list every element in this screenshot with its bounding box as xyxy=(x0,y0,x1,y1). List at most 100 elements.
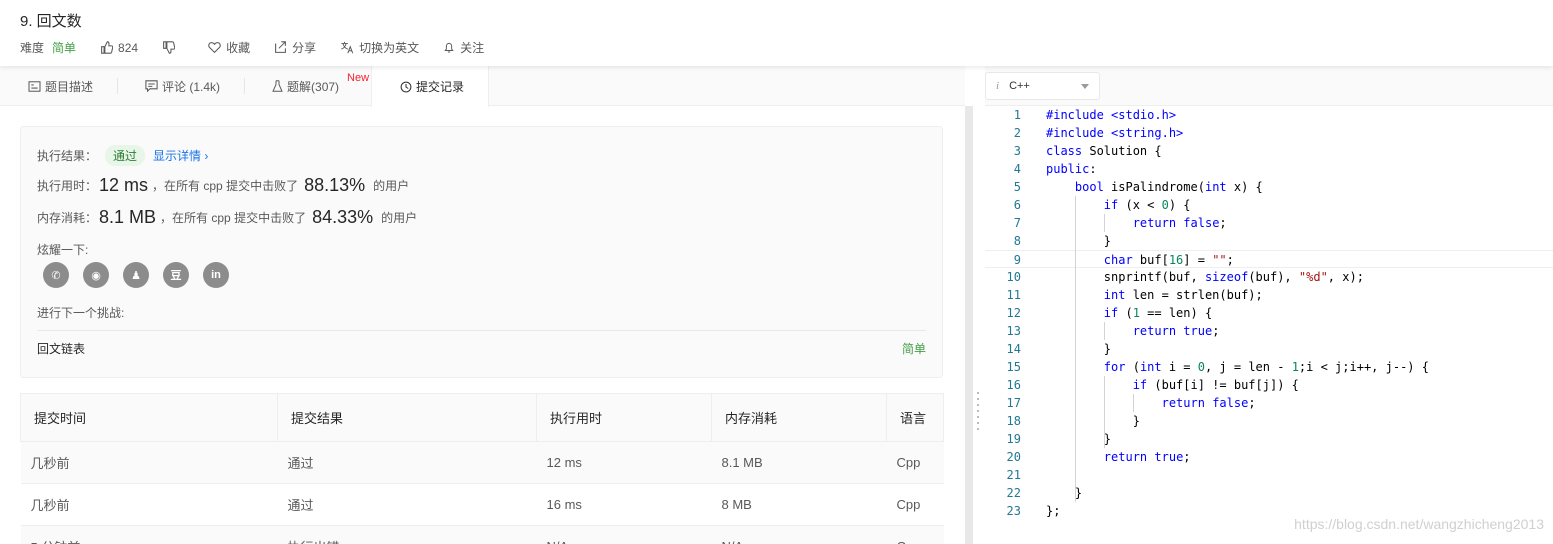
thumbs-down-icon xyxy=(163,41,176,54)
difficulty-value: 简单 xyxy=(52,41,77,55)
panel-splitter[interactable] xyxy=(973,66,985,544)
left-panel-scrollbar[interactable] xyxy=(965,106,973,544)
runtime-percentile: 88.13% xyxy=(304,175,366,195)
switch-language-label: 切换为英文 xyxy=(359,41,420,55)
code-text: } xyxy=(1046,234,1112,248)
line-number: 6 xyxy=(1013,198,1021,212)
tab-comments[interactable]: 评论 (1.4k) xyxy=(117,66,244,106)
code-line[interactable]: 12 if (1 == len) { xyxy=(985,304,1553,322)
column-header-runtime: 执行用时 xyxy=(536,393,712,442)
cell-result[interactable]: 执行出错 xyxy=(277,525,537,544)
code-text: } xyxy=(1046,342,1112,356)
code-line[interactable]: 19 } xyxy=(985,430,1553,448)
line-number: 4 xyxy=(1013,162,1021,176)
table-row[interactable]: 5 分钟前 执行出错 N/A N/A Cpp xyxy=(20,525,944,544)
code-line[interactable]: 15 for (int i = 0, j = len - 1;i < j;i++… xyxy=(985,358,1553,376)
cell-result[interactable]: 通过 xyxy=(277,441,537,484)
code-line[interactable]: 3 class Solution { xyxy=(985,142,1553,160)
favorite-button[interactable]: 收藏 xyxy=(208,39,250,56)
chevron-down-icon xyxy=(1081,84,1089,89)
code-line[interactable]: 11 int len = strlen(buf); xyxy=(985,286,1553,304)
linkedin-icon[interactable]: in xyxy=(203,262,229,288)
language-select[interactable]: i C++ xyxy=(985,72,1100,100)
splitter-handle[interactable] xyxy=(977,392,980,434)
code-line[interactable]: 5 bool isPalindrome(int x) { xyxy=(985,178,1553,196)
info-icon: i xyxy=(996,80,1000,92)
cell-result[interactable]: 通过 xyxy=(277,483,537,526)
wechat-icon[interactable]: ✆ xyxy=(43,262,69,288)
code-area[interactable]: 1 #include <stdio.h> 2 #include <string.h> 3… xyxy=(985,106,1553,544)
code-line[interactable]: 16 if (buf[i] != buf[j]) { xyxy=(985,376,1553,394)
code-text: }; xyxy=(1046,504,1061,518)
line-number: 10 xyxy=(1006,270,1021,284)
indent-guide xyxy=(1104,214,1105,232)
line-number: 22 xyxy=(1006,486,1021,500)
tab-description[interactable]: 题目描述 xyxy=(0,66,117,106)
share-label: 炫耀一下: xyxy=(37,243,89,257)
runtime-label: 执行用时： xyxy=(37,179,98,193)
indent-guide xyxy=(1133,394,1134,412)
line-number: 2 xyxy=(1013,126,1021,140)
code-text: return true; xyxy=(1132,324,1220,338)
translate-icon xyxy=(341,41,354,54)
tab-label: 提交记录 xyxy=(416,80,465,94)
share-icons: ✆ ◉ ♟ 豆 in xyxy=(43,262,243,288)
code-line[interactable]: 13 return true; xyxy=(985,322,1553,340)
switch-language-button[interactable]: 切换为英文 xyxy=(340,39,419,56)
code-line[interactable]: 21 xyxy=(985,466,1553,484)
line-number: 9 xyxy=(1013,253,1021,267)
tab-label: 题解(307) xyxy=(287,79,340,94)
code-text: } xyxy=(1046,432,1112,446)
code-line[interactable]: 8 } xyxy=(985,232,1553,250)
line-number: 17 xyxy=(1006,396,1021,410)
table-row[interactable]: 几秒前 通过 12 ms 8.1 MB Cpp xyxy=(20,441,944,484)
status-row: 执行结果： 通过 显示详情 › xyxy=(37,145,208,166)
memory-label: 内存消耗： xyxy=(37,211,98,225)
column-header-time: 提交时间 xyxy=(20,393,278,442)
line-number: 3 xyxy=(1013,144,1021,158)
code-text: bool isPalindrome(int x) { xyxy=(1074,180,1263,194)
code-line[interactable]: 9 char buf[16] = ""; xyxy=(985,250,1553,268)
weibo-icon[interactable]: ◉ xyxy=(83,262,109,288)
cell-time: 几秒前 xyxy=(20,441,278,484)
cell-memory: 8 MB xyxy=(711,483,887,526)
runtime-row: 执行用时： 12 ms ，在所有 cpp 提交中击败了 88.13% 的用户 xyxy=(37,175,409,196)
editor-toolbar: i C++ xyxy=(985,66,1553,106)
code-text: #include <stdio.h> xyxy=(1046,108,1177,122)
dislike-button[interactable] xyxy=(162,41,180,54)
cell-memory: 8.1 MB xyxy=(711,441,887,484)
tab-submissions[interactable]: 提交记录 xyxy=(371,66,490,107)
show-details-link[interactable]: 显示详情 › xyxy=(153,147,208,164)
code-text: #include <string.h> xyxy=(1046,126,1184,140)
code-line[interactable]: 10 snprintf(buf, sizeof(buf), "%d", x); xyxy=(985,268,1553,286)
share-button[interactable]: 分享 xyxy=(274,39,316,56)
tab-solutions[interactable]: 题解(307) New xyxy=(244,66,371,106)
code-line[interactable]: 6 if (x < 0) { xyxy=(985,196,1553,214)
follow-button[interactable]: 关注 xyxy=(443,39,484,56)
language-value: C++ xyxy=(1009,80,1030,92)
douban-icon[interactable]: 豆 xyxy=(163,262,189,288)
code-line[interactable]: 2 #include <string.h> xyxy=(985,124,1553,142)
qq-icon[interactable]: ♟ xyxy=(123,262,149,288)
comment-icon xyxy=(145,80,158,92)
code-line[interactable]: 14 } xyxy=(985,340,1553,358)
code-text: } xyxy=(1046,414,1140,428)
follow-label: 关注 xyxy=(460,41,485,55)
indent-guide xyxy=(1075,196,1076,502)
line-number: 15 xyxy=(1006,360,1021,374)
code-line[interactable]: 1 #include <stdio.h> xyxy=(985,106,1553,124)
code-line[interactable]: 7 return false; xyxy=(985,214,1553,232)
like-button[interactable]: 824 xyxy=(100,41,138,55)
status-label: 执行结果： xyxy=(37,149,98,163)
code-line[interactable]: 18 } xyxy=(985,412,1553,430)
next-problem-title[interactable]: 回文链表 xyxy=(37,340,85,357)
table-row[interactable]: 几秒前 通过 16 ms 8 MB Cpp xyxy=(20,483,944,526)
next-challenge-item[interactable]: 回文链表 简单 xyxy=(37,340,926,357)
code-line[interactable]: 17 return false; xyxy=(985,394,1553,412)
code-line[interactable]: 20 return true; xyxy=(985,448,1553,466)
code-line[interactable]: 4 public: xyxy=(985,160,1553,178)
line-number: 18 xyxy=(1006,414,1021,428)
code-editor-panel: i C++ 1 #include <stdio.h> 2 #include <stri… xyxy=(985,66,1553,544)
line-number: 5 xyxy=(1013,180,1021,194)
code-line[interactable]: 22 } xyxy=(985,484,1553,502)
